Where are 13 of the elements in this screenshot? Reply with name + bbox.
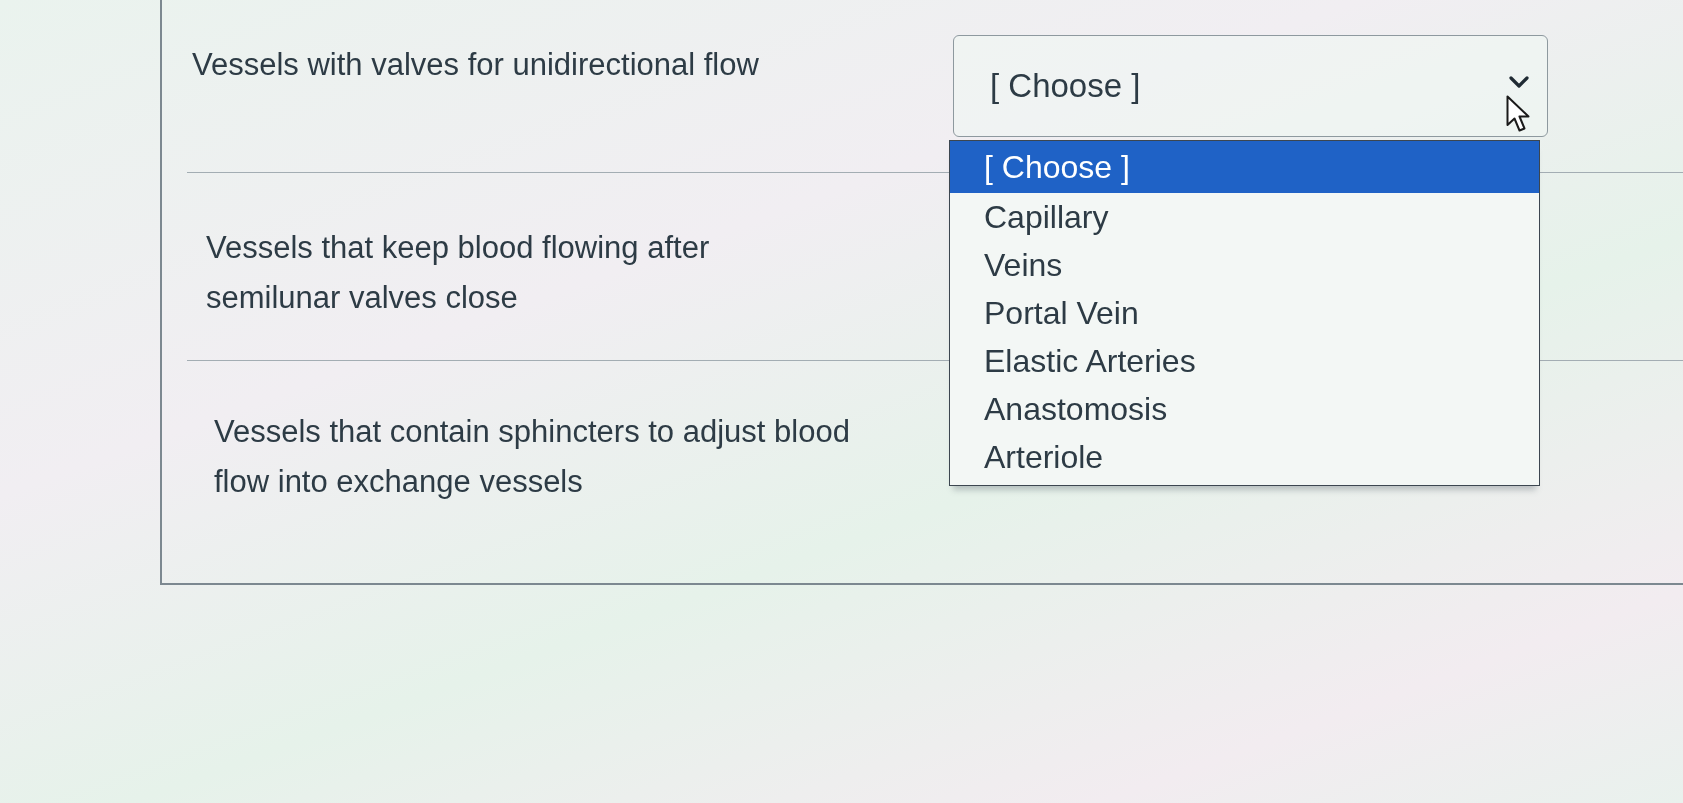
dropdown-option[interactable]: Capillary bbox=[950, 193, 1539, 241]
dropdown-option[interactable]: [ Choose ] bbox=[950, 141, 1539, 193]
dropdown-option[interactable]: Anastomosis bbox=[950, 385, 1539, 433]
question-prompt: Vessels with valves for unidirectional flow bbox=[192, 46, 759, 84]
dropdown-option[interactable]: Portal Vein bbox=[950, 289, 1539, 337]
chevron-down-icon bbox=[1509, 76, 1529, 88]
dropdown-option[interactable]: Veins bbox=[950, 241, 1539, 289]
dropdown-option[interactable]: Arteriole bbox=[950, 433, 1539, 481]
dropdown-option[interactable]: Elastic Arteries bbox=[950, 337, 1539, 385]
question-prompt: Vessels that keep blood flowing after semilunar valves close bbox=[206, 229, 711, 317]
question-prompt: Vessels that contain sphincters to adjust blood flow into exchange vessels bbox=[214, 413, 851, 501]
answer-select[interactable]: [ Choose ] bbox=[953, 35, 1548, 137]
mouse-pointer-icon bbox=[1506, 95, 1530, 133]
